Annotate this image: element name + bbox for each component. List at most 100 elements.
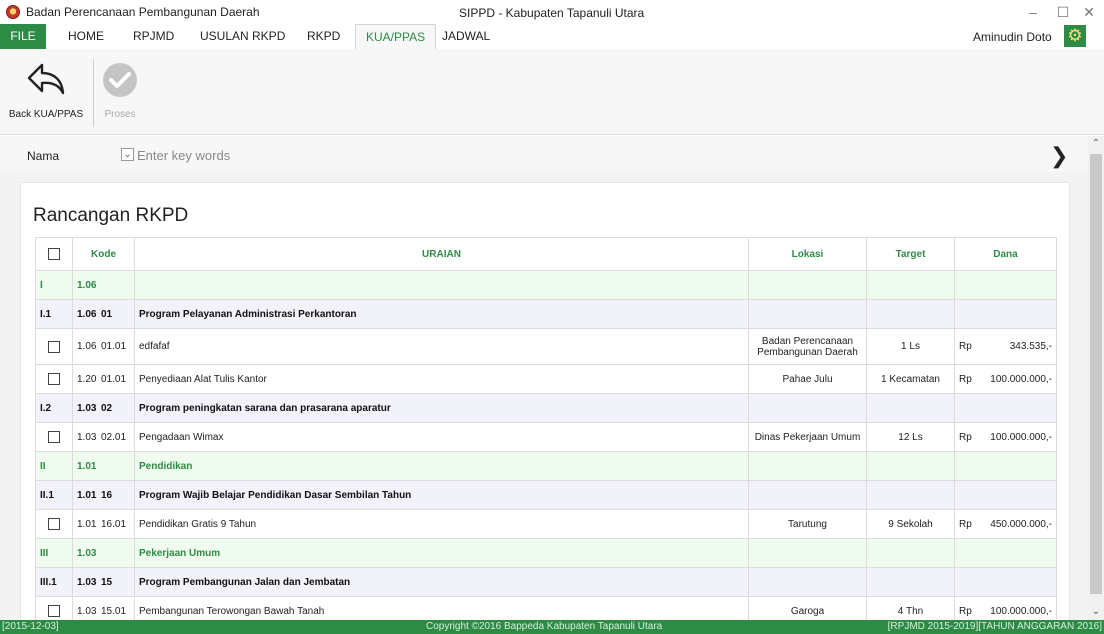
kegiatan-row[interactable]: 1.03 02.01 Pengadaan Wimax Dinas Pekerjaan … [35, 422, 1057, 452]
kode-urusan: 1.01 [77, 460, 97, 472]
kode-urusan: 1.01 [77, 489, 97, 501]
row-number: III [35, 538, 73, 568]
row-dana [954, 567, 1057, 597]
row-target [866, 393, 955, 423]
program-row: I.1 1.06 01 Program Pelayanan Administrasi … [35, 299, 1057, 329]
minimize-button[interactable]: – [1018, 1, 1048, 23]
column-header-target[interactable]: Target [866, 237, 955, 271]
search-input[interactable] [137, 145, 837, 165]
tab-rpjmd[interactable]: RPJMD [123, 24, 184, 49]
content-area: Rancangan RKPD Kode URAIAN Lokasi Target… [0, 172, 1088, 620]
file-tab[interactable]: FILE [0, 24, 46, 49]
toolbar: Back KUA/PPAS Proses [0, 49, 1104, 135]
row-select-cell [35, 364, 73, 394]
chevron-right-icon[interactable]: ❯ [1050, 143, 1068, 169]
row-dana: Rp 100.000.000,- [954, 422, 1057, 452]
column-header-dana[interactable]: Dana [954, 237, 1057, 271]
table-header-row: Kode URAIAN Lokasi Target Dana [35, 237, 1057, 271]
row-dana: Rp 100.000.000,- [954, 596, 1057, 620]
row-lokasi: Dinas Pekerjaan Umum [748, 422, 867, 452]
column-header-kode[interactable]: Kode [72, 237, 135, 271]
select-all-checkbox[interactable] [48, 248, 60, 260]
row-lokasi [748, 538, 867, 568]
kode-program: 01.01 [101, 373, 127, 385]
check-circle-icon [101, 61, 139, 102]
program-row: II.1 1.01 16 Program Wajib Belajar Pendidik… [35, 480, 1057, 510]
row-target [866, 538, 955, 568]
row-checkbox[interactable] [48, 431, 60, 443]
proses-button[interactable]: Proses [98, 49, 142, 135]
back-kua-ppas-button[interactable]: Back KUA/PPAS [4, 49, 88, 135]
row-dana [954, 270, 1057, 300]
row-checkbox[interactable] [48, 373, 60, 385]
row-dana [954, 451, 1057, 481]
kegiatan-row[interactable]: 1.01 16.01 Pendidikan Gratis 9 Tahun Tarutu… [35, 509, 1057, 539]
row-kode: 1.03 02.01 [72, 422, 135, 452]
row-kode: 1.01 16.01 [72, 509, 135, 539]
row-number: I [35, 270, 73, 300]
dana-amount: 450.000.000,- [990, 518, 1052, 530]
scroll-down-icon[interactable]: ⌄ [1088, 604, 1104, 620]
close-button[interactable]: ✕ [1074, 1, 1104, 23]
kode-program: 01 [101, 308, 113, 320]
status-bar: [2015-12-03] Copyright ©2016 Bappeda Kab… [0, 620, 1104, 634]
dana-amount: 100.000.000,- [990, 431, 1052, 443]
row-lokasi [748, 393, 867, 423]
row-checkbox[interactable] [48, 605, 60, 617]
kegiatan-row[interactable]: 1.06 01.01 edfafaf Badan Perencanaan Pemban… [35, 328, 1057, 365]
kode-program: 16 [101, 489, 113, 501]
scroll-thumb[interactable] [1090, 154, 1102, 594]
kode-program: 15.01 [101, 605, 127, 617]
row-lokasi: Badan Perencanaan Pembangunan Daerah [748, 328, 867, 365]
tab-rkpd[interactable]: RKPD [297, 24, 350, 49]
row-dana [954, 393, 1057, 423]
tab-kua-ppas[interactable]: KUA/PPAS [355, 24, 437, 49]
tab-jadwal[interactable]: JADWAL [432, 24, 500, 49]
row-target [866, 480, 955, 510]
scroll-up-icon[interactable]: ⌃ [1088, 136, 1104, 152]
row-checkbox[interactable] [48, 340, 60, 353]
row-kode: 1.20 01.01 [72, 364, 135, 394]
kode-program: 16.01 [101, 518, 127, 530]
tab-home[interactable]: HOME [58, 24, 114, 49]
row-lokasi [748, 480, 867, 510]
gear-icon[interactable]: ⚙ [1064, 25, 1086, 47]
row-target [866, 567, 955, 597]
search-bar: Nama ⌄ ❯ [0, 136, 1088, 172]
row-checkbox[interactable] [48, 518, 60, 530]
rkpd-card: Rancangan RKPD Kode URAIAN Lokasi Target… [20, 182, 1070, 620]
back-label: Back KUA/PPAS [8, 109, 84, 120]
row-kode: 1.03 15 [72, 567, 135, 597]
row-number: II [35, 451, 73, 481]
kode-urusan: 1.03 [77, 547, 97, 559]
row-kode: 1.03 02 [72, 393, 135, 423]
row-lokasi [748, 567, 867, 597]
select-all-cell [35, 237, 73, 271]
kegiatan-row[interactable]: 1.20 01.01 Penyediaan Alat Tulis Kantor Pah… [35, 364, 1057, 394]
vertical-scrollbar[interactable]: ⌃ ⌄ [1088, 136, 1104, 620]
row-kode: 1.01 [72, 451, 135, 481]
urusan-row: I 1.06 [35, 270, 1057, 300]
dana-amount: 343.535,- [1009, 341, 1052, 352]
kode-urusan: 1.03 [77, 605, 97, 617]
urusan-row: III 1.03 Pekerjaan Umum [35, 538, 1057, 568]
column-header-lokasi[interactable]: Lokasi [748, 237, 867, 271]
chevron-down-icon[interactable]: ⌄ [121, 148, 134, 161]
kode-program: 02.01 [101, 431, 127, 443]
kode-program: 01.01 [101, 341, 127, 352]
tab-usulan-rkpd[interactable]: USULAN RKPD [190, 24, 295, 49]
currency-label: Rp [959, 341, 972, 352]
column-header-uraian[interactable]: URAIAN [134, 237, 749, 271]
dana-amount: 100.000.000,- [990, 373, 1052, 385]
row-uraian: Penyediaan Alat Tulis Kantor [134, 364, 749, 394]
row-target [866, 451, 955, 481]
back-arrow-icon [26, 61, 66, 100]
kode-urusan: 1.03 [77, 402, 97, 414]
kegiatan-row[interactable]: 1.03 15.01 Pembangunan Terowongan Bawah Ta… [35, 596, 1057, 620]
row-uraian: Pembangunan Terowongan Bawah Tanah [134, 596, 749, 620]
rkpd-table: Kode URAIAN Lokasi Target Dana I 1.06 I.1 1… [35, 237, 1057, 620]
row-uraian: Program Pelayanan Administrasi Perkantor… [134, 299, 749, 329]
currency-label: Rp [959, 431, 972, 443]
user-name[interactable]: Aminudin Doto [973, 30, 1052, 44]
dana-amount: 100.000.000,- [990, 605, 1052, 617]
